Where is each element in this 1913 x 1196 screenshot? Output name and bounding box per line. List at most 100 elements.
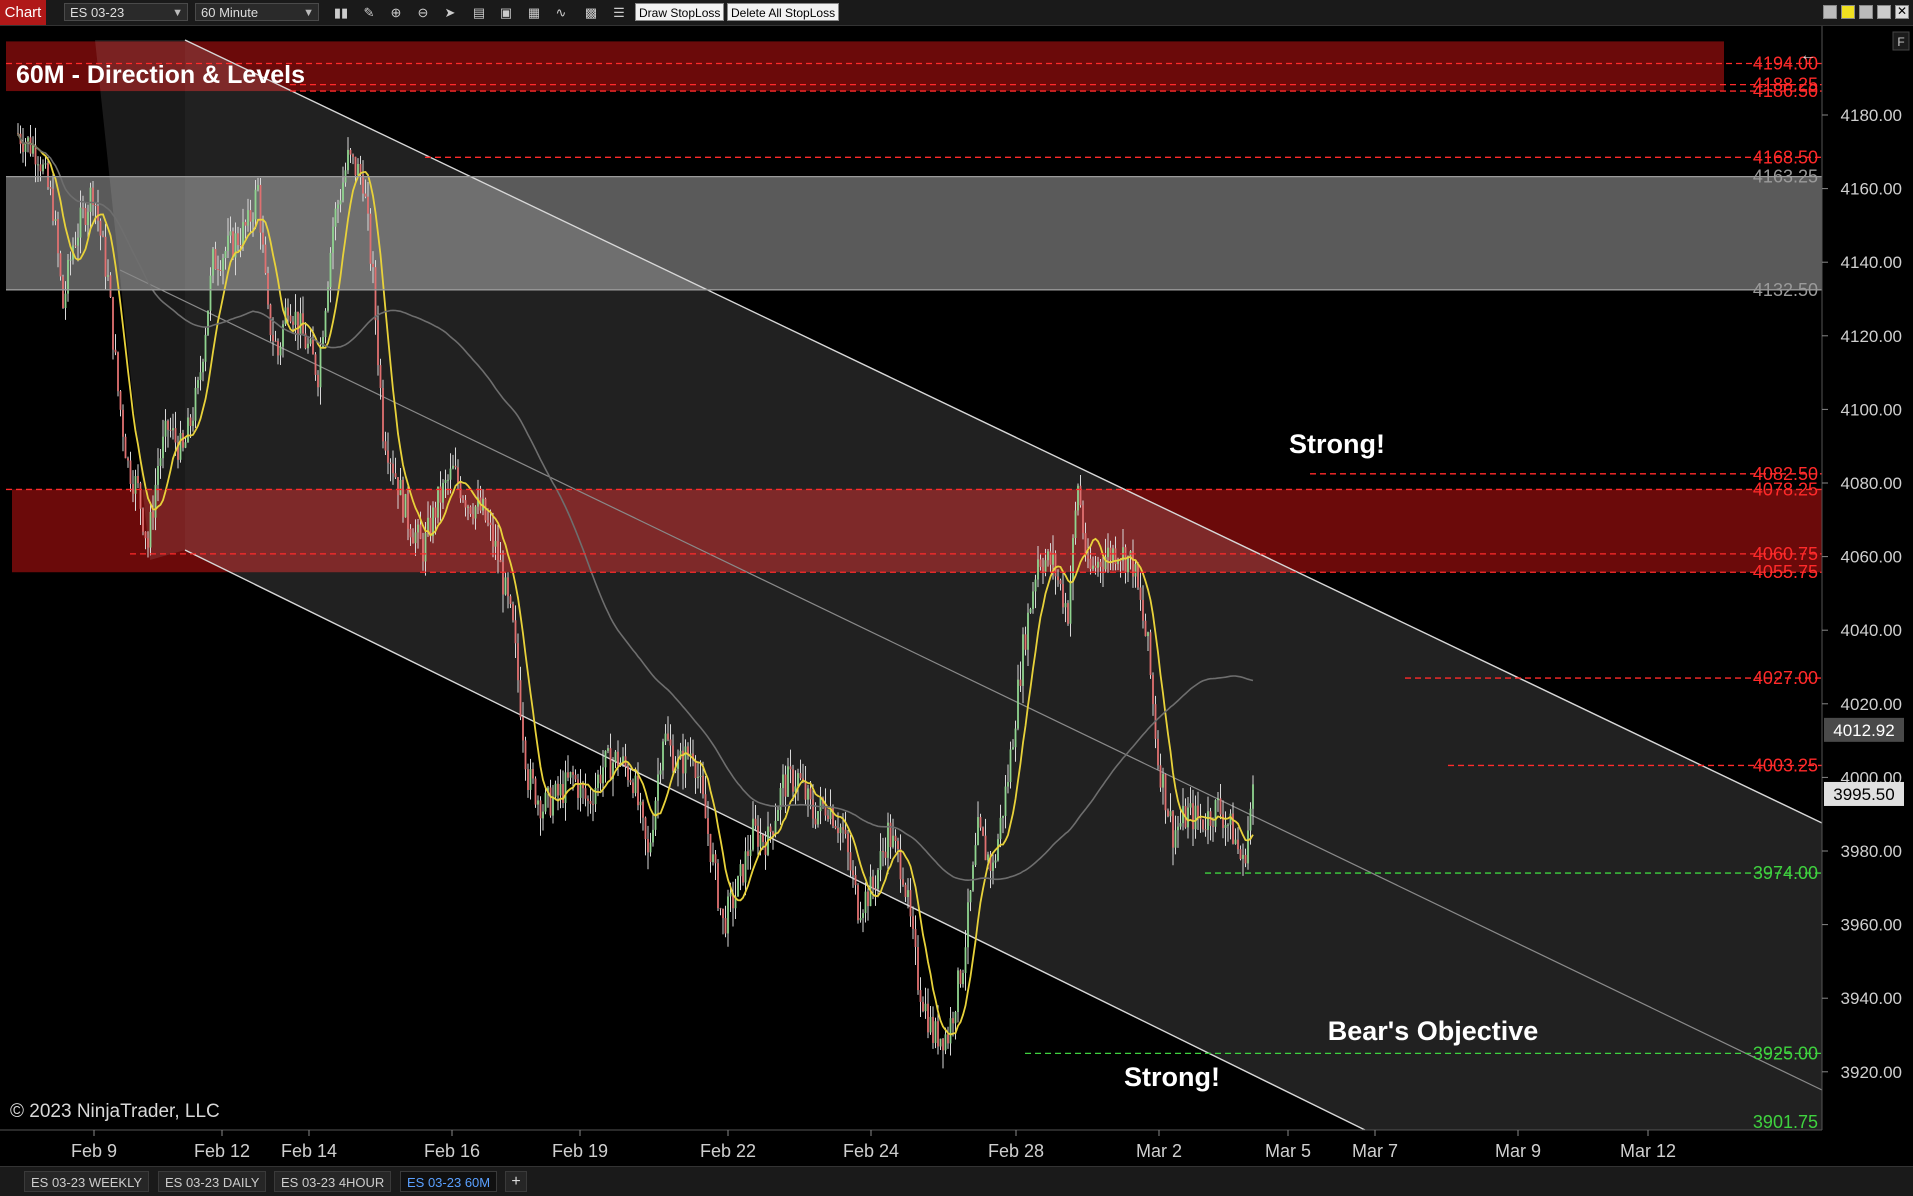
interval-selector[interactable]: 60 Minute ▼ [195,3,319,21]
candle-body [257,184,259,190]
candle-body [354,156,357,176]
candle-body [79,207,82,238]
candle-body [707,818,709,834]
candle-body [1089,558,1092,570]
candle-body [939,1038,942,1047]
maximize-icon[interactable] [1859,5,1873,19]
candle-body [292,321,294,325]
candle-body [204,334,207,362]
candle-body [557,783,559,796]
collapse-arrow-icon[interactable]: ← [1800,47,1816,64]
list-icon[interactable]: ☰ [610,4,628,21]
level-label: 4003.25 [1753,755,1818,775]
annotation-strong-bottom: Strong! [1124,1062,1220,1092]
candle-body [777,809,779,821]
tab-daily[interactable]: ES 03-23 DAILY [158,1171,267,1192]
candle-body [747,851,749,856]
candle-body [859,917,862,921]
candle-body [1022,634,1024,686]
candle-body [239,245,242,247]
candle-body [1074,510,1077,539]
templates-icon[interactable]: ▣ [497,4,515,21]
candle-body [119,391,122,410]
data-box-icon[interactable]: ▤ [470,4,488,21]
candle-body [74,245,77,247]
candle-body [882,851,884,853]
candle-body [117,352,119,392]
zoom-out-icon[interactable]: ⊖ [414,4,432,21]
candle-body [237,233,239,246]
drawing-tool-icon[interactable]: ✎ [360,4,378,21]
candle-body [157,465,159,485]
candle-body [837,828,839,834]
chevron-down-icon: ▼ [303,7,314,19]
candle-body [82,207,84,209]
instrument-selector[interactable]: ES 03-23 ▼ [64,3,188,21]
pin-icon[interactable] [1841,5,1855,19]
candle-body [932,1016,934,1043]
candle-body [857,885,859,921]
candle-body [347,149,349,171]
candle-body [909,890,912,917]
restore-icon[interactable] [1877,5,1891,19]
bars-type-icon[interactable]: ▮▮ [332,4,350,21]
tab-60m[interactable]: ES 03-23 60M [400,1171,498,1192]
candle-body [387,450,389,463]
candle-body [407,494,409,529]
candle-body [214,248,217,270]
candle-body [627,766,629,781]
candle-body [727,896,729,934]
candle-body [597,774,599,788]
level-label: 4055.75 [1753,562,1818,582]
price-chart[interactable]: 4180.00 4160.00 4140.00 4120.00 4100.00 4080.… [0,26,1913,1166]
candle-body [209,275,212,311]
candle-body [887,822,889,858]
zoom-in-icon[interactable]: ⊕ [387,4,405,21]
candle-body [532,769,534,779]
indicators-icon[interactable]: ∿ [552,4,570,21]
x-tick-label: Feb 16 [424,1141,480,1161]
draw-stoploss-button[interactable]: Draw StopLoss [635,3,725,21]
candle-body [864,891,867,914]
candle-body [1027,612,1029,650]
cursor-icon[interactable]: ➤ [441,4,459,21]
candle-body [772,831,774,835]
candle-body [587,798,589,801]
candle-body [339,200,342,205]
candle-body [752,818,754,850]
candle-body [1012,747,1014,750]
candle-body [662,741,664,771]
candle-body [704,794,707,819]
chart-panel[interactable]: 4180.00 4160.00 4140.00 4120.00 4100.00 4080.… [0,26,1913,1166]
candle-body [252,219,254,222]
candle-body [639,801,642,806]
candle-body [1239,849,1242,859]
delete-all-stoploss-button[interactable]: Delete All StopLoss [727,3,840,21]
candle-body [174,428,177,443]
candle-body [1029,608,1032,613]
candle-body [372,263,374,268]
add-tab-button[interactable]: + [505,1171,527,1192]
candle-body [124,436,127,459]
tab-weekly[interactable]: ES 03-23 WEEKLY [24,1171,150,1192]
instrument-value: ES 03-23 [70,5,125,20]
close-icon[interactable]: ✕ [1895,5,1909,19]
properties-icon[interactable]: ▩ [582,4,600,21]
tab-4hour[interactable]: ES 03-23 4HOUR [274,1171,392,1192]
candle-body [599,774,602,784]
candle-body [1172,811,1174,848]
candle-body [412,537,414,544]
candle-body [527,769,529,790]
candle-body [1204,829,1207,831]
candle-body [632,782,634,794]
candle-body [742,864,744,883]
minimize-icon[interactable] [1823,5,1837,19]
candle-body [467,506,469,508]
candle-body [104,236,107,277]
x-tick-label: Mar 9 [1495,1141,1541,1161]
candle-body [139,483,142,509]
candle-body [672,745,674,771]
strategies-icon[interactable]: ▦ [525,4,543,21]
candle-body [929,1016,932,1033]
candle-body [54,219,57,221]
